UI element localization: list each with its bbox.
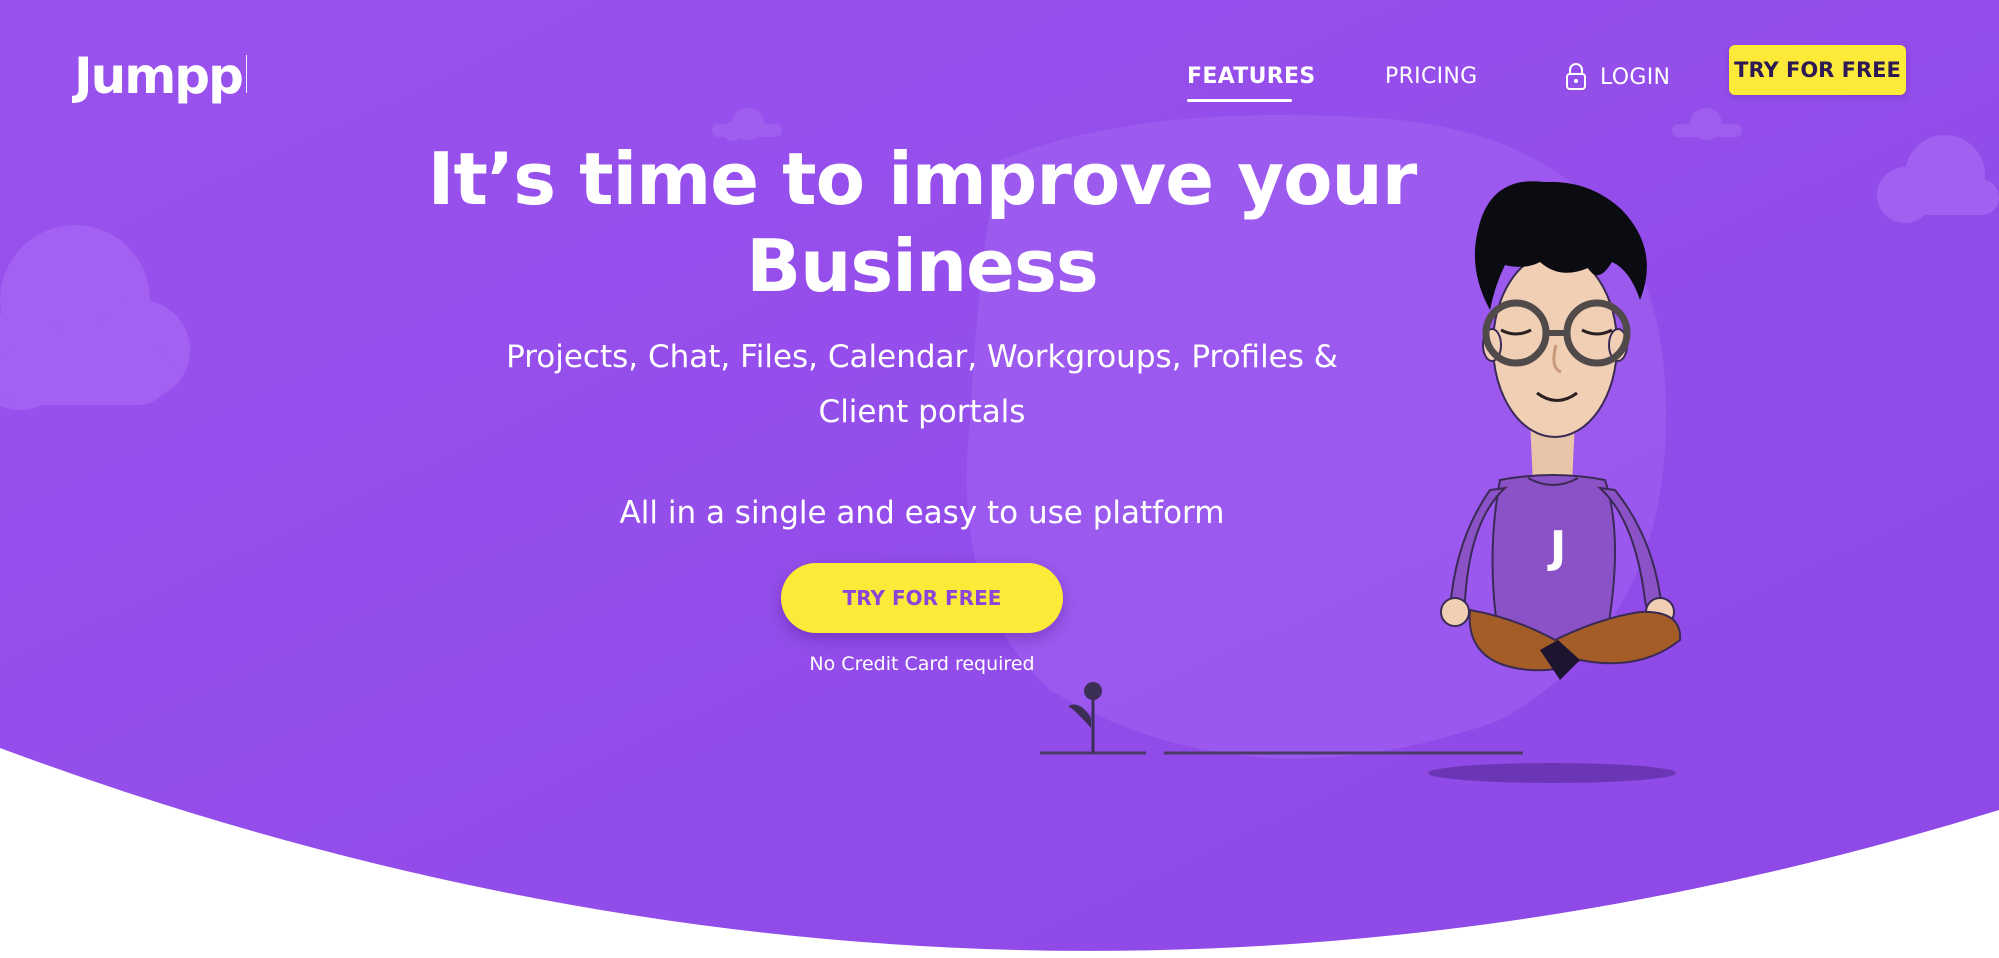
nav-try-for-free-button[interactable]: TRY FOR FREE — [1729, 45, 1906, 95]
nav-features-link[interactable]: FEATURES — [1187, 64, 1315, 89]
meditating-man-illustration: J — [1440, 181, 1682, 680]
active-nav-underline — [1187, 99, 1292, 102]
top-navigation: FEATURES PRICING LOGIN TRY FOR FREE — [0, 44, 1999, 104]
lock-icon — [1566, 63, 1586, 90]
nav-pricing-link[interactable]: PRICING — [1385, 64, 1478, 89]
nav-login-link[interactable]: LOGIN — [1564, 62, 1670, 92]
hero-section: Jumppl FEATURES PRICING LOGIN TRY FOR FR… — [0, 0, 1999, 958]
login-label: LOGIN — [1600, 64, 1671, 90]
shirt-letter: J — [1547, 522, 1566, 573]
